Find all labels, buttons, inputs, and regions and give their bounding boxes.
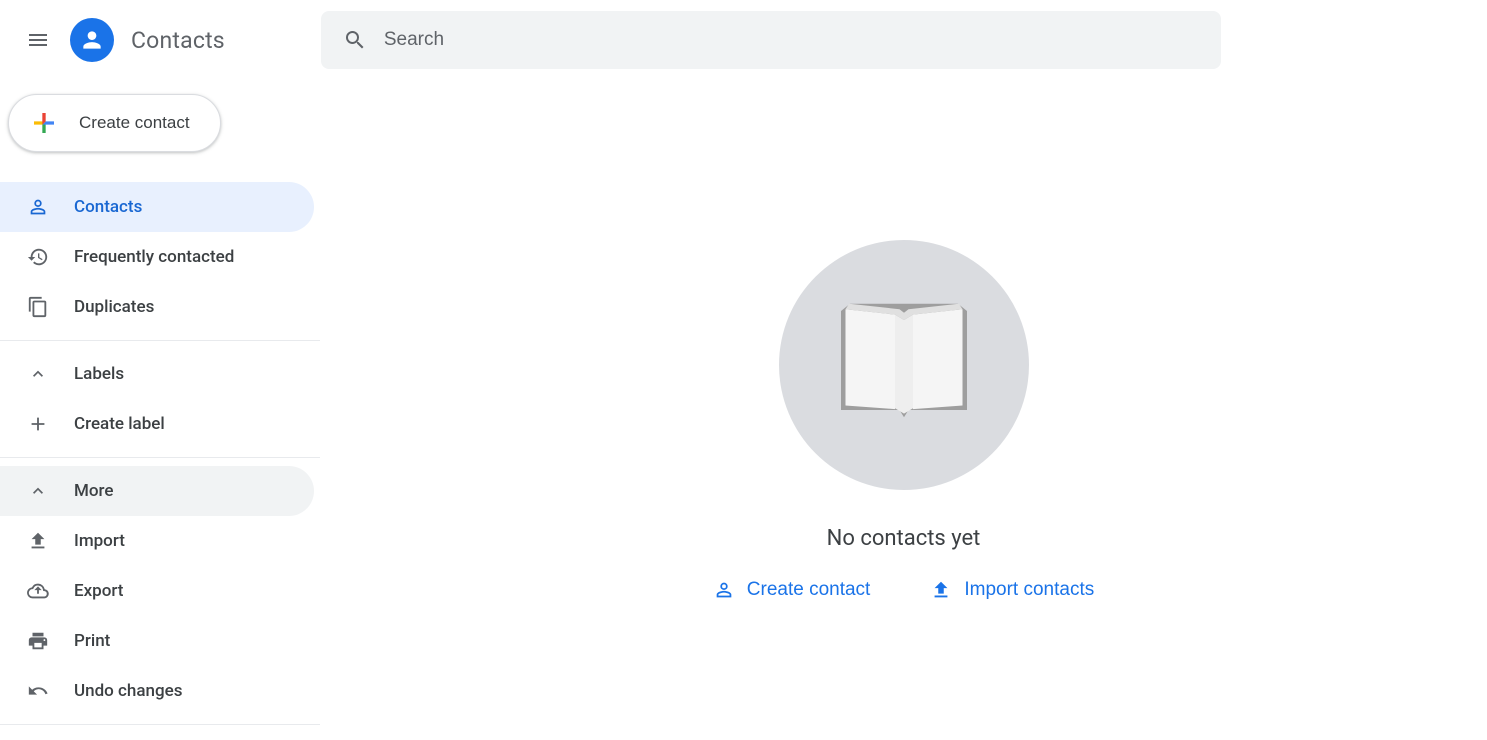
search-input[interactable] xyxy=(384,29,1199,51)
sidebar-item-undo[interactable]: Undo changes xyxy=(0,666,314,716)
book-icon xyxy=(814,275,994,455)
cloud-download-icon xyxy=(26,580,50,602)
sidebar-item-labels[interactable]: Labels xyxy=(0,349,314,399)
sidebar-item-label: Duplicates xyxy=(74,297,154,317)
app-logo: Contacts xyxy=(70,18,225,62)
sidebar-item-frequent[interactable]: Frequently contacted xyxy=(0,232,314,282)
plus-icon xyxy=(26,413,50,435)
sidebar-item-label: Labels xyxy=(74,364,124,384)
main-content: No contacts yet Create contact Import co… xyxy=(320,80,1487,601)
plus-multicolor-icon xyxy=(29,108,59,138)
sidebar: Create contact Contacts Frequently conta… xyxy=(0,80,320,733)
history-icon xyxy=(26,246,50,268)
import-contacts-link[interactable]: Import contacts xyxy=(930,579,1094,601)
divider xyxy=(0,340,320,341)
sidebar-item-more[interactable]: More xyxy=(0,466,314,516)
import-contacts-link-label: Import contacts xyxy=(964,579,1094,601)
app-title: Contacts xyxy=(131,27,225,54)
chevron-up-icon xyxy=(26,481,50,501)
search-bar[interactable] xyxy=(321,11,1221,69)
sidebar-item-label: Export xyxy=(74,581,123,601)
sidebar-item-label: Frequently contacted xyxy=(74,247,234,267)
person-outline-icon xyxy=(713,579,735,601)
divider xyxy=(0,724,320,725)
undo-icon xyxy=(26,680,50,702)
create-contact-link-label: Create contact xyxy=(747,579,871,601)
main-menu-button[interactable] xyxy=(14,16,62,64)
sidebar-item-contacts[interactable]: Contacts xyxy=(0,182,314,232)
upload-icon xyxy=(930,579,952,601)
create-contact-label: Create contact xyxy=(79,113,190,133)
logo-circle xyxy=(70,18,114,62)
copy-icon xyxy=(26,296,50,318)
hamburger-icon xyxy=(26,28,50,52)
sidebar-item-duplicates[interactable]: Duplicates xyxy=(0,282,314,332)
create-contact-link[interactable]: Create contact xyxy=(713,579,871,601)
sidebar-item-create-label[interactable]: Create label xyxy=(0,399,314,449)
sidebar-item-label: More xyxy=(74,481,113,501)
sidebar-item-label: Contacts xyxy=(74,197,142,217)
chevron-up-icon xyxy=(26,364,50,384)
nav-primary: Contacts Frequently contacted Duplicates xyxy=(0,182,320,332)
search-icon xyxy=(343,28,367,52)
empty-state-actions: Create contact Import contacts xyxy=(713,579,1094,601)
app-header: Contacts xyxy=(0,0,1487,80)
person-outline-icon xyxy=(26,196,50,218)
sidebar-item-export[interactable]: Export xyxy=(0,566,314,616)
upload-icon xyxy=(26,530,50,552)
person-icon xyxy=(79,27,105,53)
sidebar-item-label: Undo changes xyxy=(74,681,182,701)
sidebar-item-label: Print xyxy=(74,631,110,651)
sidebar-item-label: Create label xyxy=(74,414,165,434)
empty-state-illustration xyxy=(779,240,1029,490)
empty-state-message: No contacts yet xyxy=(827,526,981,551)
sidebar-item-print[interactable]: Print xyxy=(0,616,314,666)
divider xyxy=(0,457,320,458)
sidebar-item-label: Import xyxy=(74,531,125,551)
sidebar-item-import[interactable]: Import xyxy=(0,516,314,566)
create-contact-button[interactable]: Create contact xyxy=(8,94,221,152)
print-icon xyxy=(26,630,50,652)
